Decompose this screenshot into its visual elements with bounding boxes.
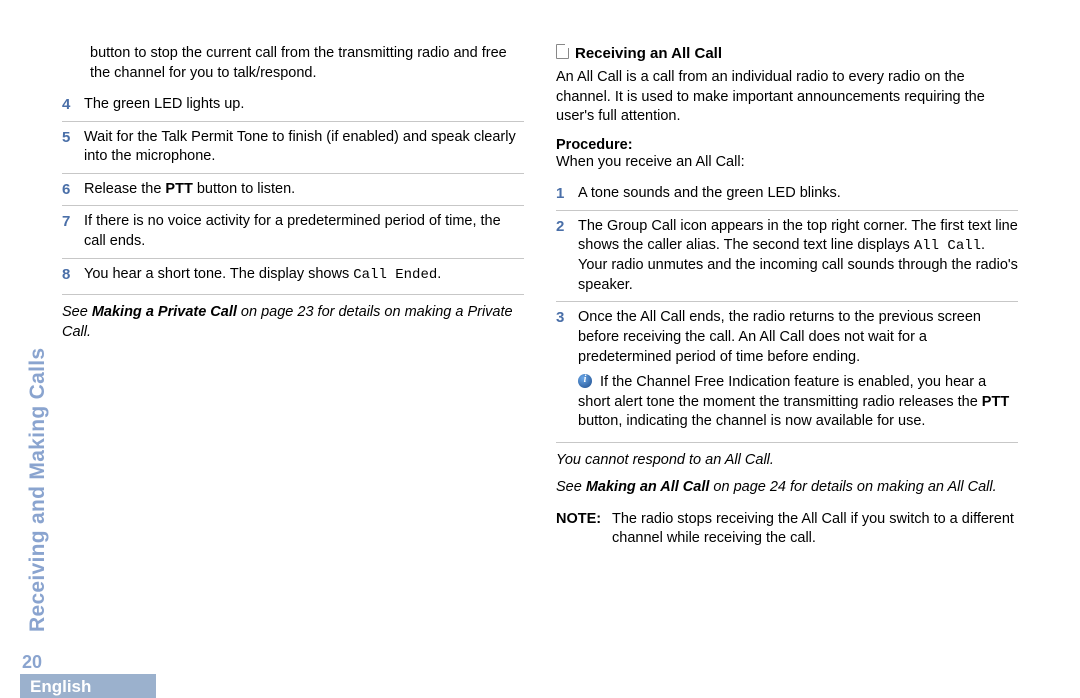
separator xyxy=(556,442,1018,443)
text: If the Channel Free Indication feature i… xyxy=(578,374,986,410)
step-text: Once the All Call ends, the radio return… xyxy=(578,308,1018,431)
subsection-heading: Receiving an All Call xyxy=(556,44,1018,62)
procedure-intro: When you receive an All Call: xyxy=(556,153,1018,173)
step-1: 1 A tone sounds and the green LED blinks… xyxy=(556,178,1018,210)
xref-title: Making an All Call xyxy=(586,479,710,495)
step-8: 8 You hear a short tone. The display sho… xyxy=(62,258,524,291)
step-4: 4 The green LED lights up. xyxy=(62,89,524,121)
step-6: 6 Release the PTT button to listen. xyxy=(62,173,524,206)
step-2: 2 The Group Call icon appears in the top… xyxy=(556,210,1018,302)
step-number: 7 xyxy=(62,212,84,230)
text: See xyxy=(556,479,586,495)
description: An All Call is a call from an individual… xyxy=(556,68,1018,127)
xref-title: Making a Private Call xyxy=(92,304,237,320)
step-number: 5 xyxy=(62,128,84,146)
section-title-vertical: Receiving and Making Calls xyxy=(26,348,50,632)
separator xyxy=(62,294,524,295)
step-7: 7 If there is no voice activity for a pr… xyxy=(62,205,524,257)
step-text: Release the PTT button to listen. xyxy=(84,180,524,200)
document-icon xyxy=(556,44,569,59)
step-text: Wait for the Talk Permit Tone to finish … xyxy=(84,128,524,167)
note-label: NOTE: xyxy=(556,510,612,549)
right-column: Receiving an All Call An All Call is a c… xyxy=(556,44,1018,549)
cross-reference: See Making an All Call on page 24 for de… xyxy=(556,478,1018,498)
text: button, indicating the channel is now av… xyxy=(578,413,925,429)
text: Release the xyxy=(84,181,165,197)
display-text: Call Ended xyxy=(353,267,437,283)
left-column: button to stop the current call from the… xyxy=(62,44,524,343)
text: See xyxy=(62,304,92,320)
step-5: 5 Wait for the Talk Permit Tone to finis… xyxy=(62,121,524,173)
note-text: The radio stops receiving the All Call i… xyxy=(612,510,1018,549)
procedure-label: Procedure: xyxy=(556,137,1018,153)
info-icon xyxy=(578,374,592,388)
note-block: NOTE: The radio stops receiving the All … xyxy=(556,510,1018,549)
procedure-steps: 1 A tone sounds and the green LED blinks… xyxy=(556,178,1018,438)
step-number: 4 xyxy=(62,95,84,113)
step-text: The green LED lights up. xyxy=(84,95,524,115)
step-number: 1 xyxy=(556,184,578,202)
step-text: If there is no voice activity for a pred… xyxy=(84,212,524,251)
step-number: 8 xyxy=(62,265,84,283)
text: You hear a short tone. The display shows xyxy=(84,266,353,282)
ptt-label: PTT xyxy=(982,394,1009,410)
heading-text: Receiving an All Call xyxy=(575,45,722,62)
text: . xyxy=(437,266,441,282)
procedure-steps-continued: 4 The green LED lights up. 5 Wait for th… xyxy=(62,89,524,290)
language-tab: English xyxy=(20,674,156,698)
page-number: 20 xyxy=(22,652,42,673)
continuation-text: button to stop the current call from the… xyxy=(90,44,524,83)
step-number: 6 xyxy=(62,180,84,198)
step-number: 3 xyxy=(556,308,578,326)
step-text: The Group Call icon appears in the top r… xyxy=(578,217,1018,296)
text: button to listen. xyxy=(193,181,295,197)
manual-page: Receiving and Making Calls 20 English bu… xyxy=(0,0,1080,698)
step-text: You hear a short tone. The display shows… xyxy=(84,265,524,285)
info-note: If the Channel Free Indication feature i… xyxy=(578,373,1018,432)
text: Once the All Call ends, the radio return… xyxy=(578,309,981,364)
ptt-label: PTT xyxy=(165,181,192,197)
step-text: A tone sounds and the green LED blinks. xyxy=(578,184,1018,204)
display-text: All Call xyxy=(914,238,981,254)
step-3: 3 Once the All Call ends, the radio retu… xyxy=(556,301,1018,437)
text: on page 24 for details on making an All … xyxy=(709,479,996,495)
cannot-respond-note: You cannot respond to an All Call. xyxy=(556,451,1018,471)
cross-reference: See Making a Private Call on page 23 for… xyxy=(62,303,524,342)
step-number: 2 xyxy=(556,217,578,235)
